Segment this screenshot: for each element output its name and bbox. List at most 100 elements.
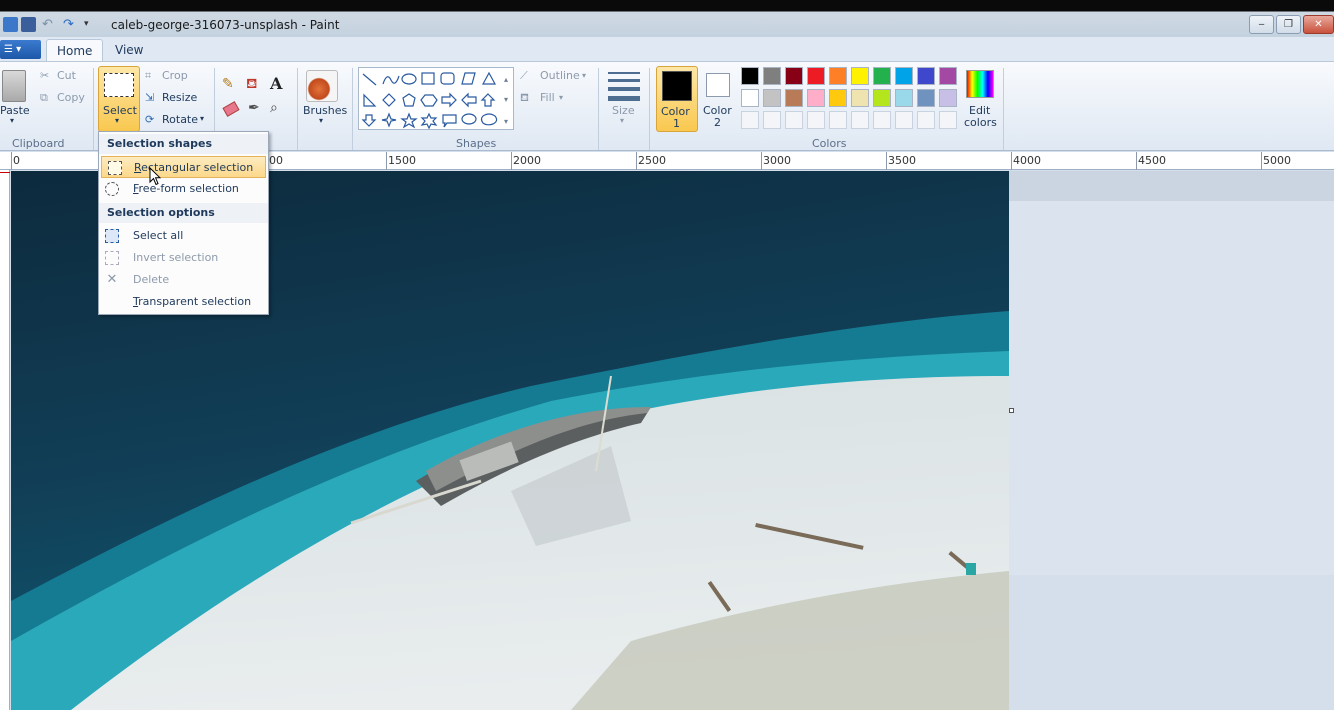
paste-button[interactable]: Paste <box>0 104 30 117</box>
color-swatch[interactable] <box>829 67 847 85</box>
custom-color-swatch[interactable] <box>895 111 913 129</box>
gallery-up-icon: ▴ <box>504 75 508 84</box>
color-swatch[interactable] <box>917 89 935 107</box>
minimize-button[interactable]: ‒ <box>1249 15 1274 34</box>
color1-swatch <box>662 71 692 101</box>
shapes-gallery[interactable]: ▴ ▾ ▾ <box>358 67 514 130</box>
fill-icon: ⛾ <box>520 91 529 104</box>
color-swatch[interactable] <box>873 67 891 85</box>
color1-label-b: 1 <box>673 117 680 130</box>
color-swatch[interactable] <box>851 67 869 85</box>
pencil-icon[interactable]: ✎ <box>222 76 238 92</box>
outline-button[interactable]: Outline <box>540 69 580 82</box>
text-icon[interactable]: A <box>270 74 286 93</box>
restore-button[interactable]: ❐ <box>1276 15 1301 34</box>
pentagon-shape-icon <box>402 93 416 107</box>
color-swatch[interactable] <box>785 67 803 85</box>
menu-item-invert-selection[interactable]: Invert selection <box>99 247 268 269</box>
customize-quick-access-icon[interactable]: ▾ <box>84 17 99 32</box>
resize-button[interactable]: Resize <box>162 91 197 104</box>
color-swatch[interactable] <box>763 89 781 107</box>
select-label: Select <box>103 104 137 117</box>
brushes-icon[interactable] <box>306 70 338 102</box>
down-arrow-shape-icon <box>361 114 377 127</box>
custom-color-swatch[interactable] <box>807 111 825 129</box>
canvas-resize-handle[interactable] <box>1009 408 1014 413</box>
size-icon[interactable] <box>608 72 640 101</box>
undo-icon[interactable]: ↶ <box>42 17 57 32</box>
color1-button[interactable]: Color 1 <box>656 66 698 132</box>
outline-icon: ⟋ <box>520 69 528 82</box>
color-swatch[interactable] <box>785 89 803 107</box>
menu-item-free-form-selection[interactable]: Free-form selection <box>99 178 268 200</box>
menu-header-selection-options: Selection options <box>99 203 268 223</box>
color-swatch[interactable] <box>763 67 781 85</box>
color-swatch[interactable] <box>939 67 957 85</box>
color2-label-b: 2 <box>714 116 721 129</box>
cut-icon: ✂ <box>40 69 50 82</box>
app-icon[interactable] <box>3 17 18 32</box>
custom-color-swatch[interactable] <box>785 111 803 129</box>
color2-button[interactable]: Color 2 <box>703 66 733 132</box>
tab-home[interactable]: Home <box>46 39 104 62</box>
copy-button[interactable]: Copy <box>57 91 85 104</box>
color-swatch[interactable] <box>895 89 913 107</box>
custom-color-swatch[interactable] <box>873 111 891 129</box>
app-menu-button[interactable]: ☰ ▾ <box>0 40 41 59</box>
polygon-shape-icon <box>461 72 476 85</box>
rotate-icon: ⟳ <box>145 113 155 126</box>
color-swatch[interactable] <box>873 89 891 107</box>
magnifier-icon[interactable]: ⌕ <box>270 100 286 116</box>
crop-button[interactable]: Crop <box>162 69 188 82</box>
resize-icon: ⇲ <box>145 91 155 104</box>
color-swatch[interactable] <box>939 89 957 107</box>
custom-color-swatch[interactable] <box>763 111 781 129</box>
brushes-arrow-icon[interactable]: ▾ <box>319 116 323 125</box>
custom-color-swatch[interactable] <box>741 111 759 129</box>
menu-item-delete[interactable]: ✕ Delete <box>99 269 268 291</box>
color-swatch[interactable] <box>741 67 759 85</box>
custom-color-swatch[interactable] <box>851 111 869 129</box>
triangle-shape-icon <box>481 71 497 85</box>
color-picker-icon[interactable]: ✒ <box>248 100 264 116</box>
paste-icon[interactable] <box>2 70 26 102</box>
menu-item-rectangular-selection[interactable]: Rectangular selection <box>101 156 266 178</box>
fill-arrow-icon: ▾ <box>559 93 564 102</box>
color-swatch[interactable] <box>829 89 847 107</box>
save-icon[interactable] <box>21 17 36 32</box>
brushes-button[interactable]: Brushes <box>303 104 347 117</box>
color-swatch[interactable] <box>851 89 869 107</box>
window-title: caleb-george-316073-unsplash - Paint <box>111 18 340 32</box>
menu-item-transparent-selection[interactable]: Transparent selection <box>99 291 268 313</box>
hexagon-shape-icon <box>420 94 438 107</box>
edit-colors-b[interactable]: colors <box>964 116 997 129</box>
select-arrow-icon: ▾ <box>115 116 120 125</box>
rotate-arrow-icon[interactable]: ▾ <box>200 114 204 123</box>
select-button[interactable]: Select ▾ <box>98 66 140 132</box>
color-swatch[interactable] <box>895 67 913 85</box>
custom-color-swatch[interactable] <box>939 111 957 129</box>
tab-view[interactable]: View <box>105 39 153 62</box>
color-swatch[interactable] <box>807 89 825 107</box>
color-swatch[interactable] <box>741 89 759 107</box>
right-triangle-shape-icon <box>363 93 377 107</box>
edit-colors-icon[interactable] <box>966 70 994 98</box>
callout-rect-shape-icon <box>442 114 457 128</box>
custom-color-swatch[interactable] <box>917 111 935 129</box>
fill-bucket-icon[interactable]: ⛾ <box>246 76 262 92</box>
custom-color-swatch[interactable] <box>829 111 847 129</box>
cut-button[interactable]: Cut <box>57 69 76 82</box>
paste-arrow-icon[interactable]: ▾ <box>10 116 14 125</box>
menu-item-select-all[interactable]: Select all <box>99 225 268 247</box>
close-button[interactable]: ✕ <box>1303 15 1334 34</box>
select-all-icon <box>105 229 119 243</box>
color-swatch[interactable] <box>807 67 825 85</box>
canvas-background <box>1009 171 1334 710</box>
oval-shape-icon <box>401 73 417 85</box>
redo-icon[interactable]: ↷ <box>63 17 78 32</box>
color-swatch[interactable] <box>917 67 935 85</box>
fill-button[interactable]: Fill <box>540 91 555 104</box>
eraser-icon[interactable] <box>222 101 240 117</box>
rotate-button[interactable]: Rotate <box>162 113 198 126</box>
copy-icon: ⧉ <box>40 91 48 104</box>
